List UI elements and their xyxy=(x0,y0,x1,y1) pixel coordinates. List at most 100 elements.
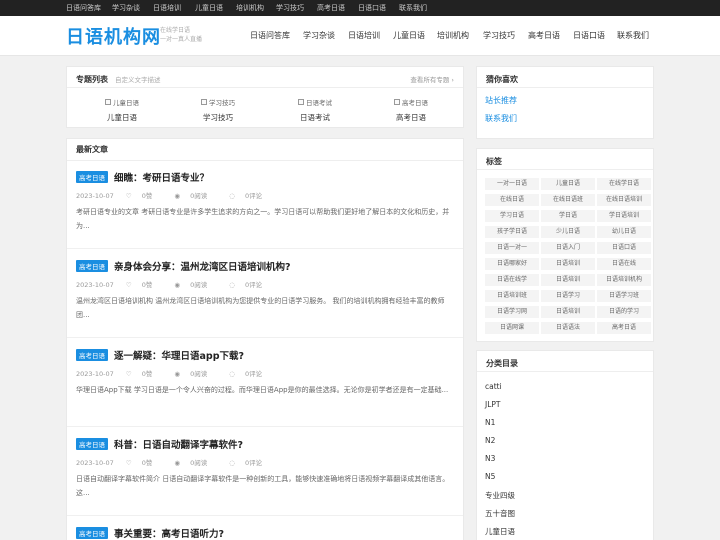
tag-item[interactable]: 日语哪家好 xyxy=(485,258,539,270)
tag-item[interactable]: 在线日语培训 xyxy=(597,194,651,206)
nav-item[interactable]: 学习杂谈 xyxy=(303,30,335,41)
nav-item[interactable]: 日语培训 xyxy=(348,30,380,41)
topbar-link[interactable]: 儿童日语 xyxy=(195,0,223,16)
topbar-link[interactable]: 学习技巧 xyxy=(276,0,304,16)
topbar-link[interactable]: 日语培训 xyxy=(153,0,181,16)
tag-item[interactable]: 高考日语 xyxy=(597,322,651,334)
article-title[interactable]: 事关重要：高考日语听力? xyxy=(114,526,224,540)
topic-label: 儿童日语 xyxy=(107,113,137,122)
comment-count: ◌ 0评论 xyxy=(229,370,263,378)
topics-panel: 专题列表 自定义文字描述 查看所有专题 › 儿童日语 儿童日语 学习技巧 学习技… xyxy=(66,66,464,128)
article-date: 2023-10-07 xyxy=(76,281,114,289)
tag-item[interactable]: 日语学习班 xyxy=(597,290,651,302)
tag-item[interactable]: 日语入门 xyxy=(541,242,595,254)
tag-item[interactable]: 日语的学习 xyxy=(597,306,651,318)
like-count[interactable]: ♡ 0赞 xyxy=(126,281,162,289)
article-date: 2023-10-07 xyxy=(76,370,114,378)
site-logo[interactable]: 日语机构网 xyxy=(66,23,161,49)
category-item[interactable]: N2 xyxy=(485,436,495,445)
category-item[interactable]: catti xyxy=(485,382,502,391)
tag-item[interactable]: 日语语法 xyxy=(541,322,595,334)
tag-item[interactable]: 日语培训班 xyxy=(485,290,539,302)
comment-icon: ◌ xyxy=(229,370,235,378)
guess-title: 猜你喜欢 xyxy=(486,75,518,84)
tag-item[interactable]: 日语在线 xyxy=(597,258,651,270)
category-item[interactable]: 专业四级 xyxy=(485,490,515,501)
article-title[interactable]: 科普：日语自动翻译字幕软件? xyxy=(114,437,243,451)
tag-item[interactable]: 日语学习网 xyxy=(485,306,539,318)
category-badge[interactable]: 高考日语 xyxy=(76,260,108,272)
slogan-line: 一对一真人直播 xyxy=(160,36,203,43)
category-badge[interactable]: 高考日语 xyxy=(76,438,108,450)
topbar-link[interactable]: 日语问答库 xyxy=(66,0,101,16)
tag-item[interactable]: 在线学日语 xyxy=(597,178,651,190)
tag-item[interactable]: 日语学习 xyxy=(541,290,595,302)
nav-item[interactable]: 联系我们 xyxy=(617,30,649,41)
nav-item[interactable]: 培训机构 xyxy=(437,30,469,41)
nav-item[interactable]: 日语问答库 xyxy=(250,30,290,41)
sidebar-link[interactable]: 联系我们 xyxy=(485,113,517,124)
tag-item[interactable]: 学日语 xyxy=(541,210,595,222)
broken-image-icon xyxy=(394,99,400,105)
category-item[interactable]: JLPT xyxy=(485,400,501,409)
tag-item[interactable]: 日语网课 xyxy=(485,322,539,334)
category-item[interactable]: 五十音图 xyxy=(485,508,515,519)
tag-item[interactable]: 日语培训 xyxy=(541,258,595,270)
tag-item[interactable]: 学习日语 xyxy=(485,210,539,222)
tag-item[interactable]: 日语口语 xyxy=(597,242,651,254)
article-excerpt: 考研日语专业的文章 考研日语专业是许多学生追求的方向之一。学习日语可以帮助我们更… xyxy=(76,208,450,230)
comment-icon: ◌ xyxy=(229,459,235,467)
topic-item[interactable]: 儿童日语 儿童日语 xyxy=(82,97,162,123)
sidebar-link[interactable]: 站长推荐 xyxy=(485,95,517,106)
topbar-link[interactable]: 高考日语 xyxy=(317,0,345,16)
topbar-link[interactable]: 培训机构 xyxy=(236,0,264,16)
category-badge[interactable]: 高考日语 xyxy=(76,527,108,539)
site-header: 日语机构网 在线学日语 一对一真人直播 日语问答库 学习杂谈 日语培训 儿童日语… xyxy=(0,16,720,56)
article-title-row: 高考日语 细瞧：考研日语专业？ xyxy=(76,170,209,184)
tag-item[interactable]: 日语培训机构 xyxy=(597,274,651,286)
tag-item[interactable]: 在线日语班 xyxy=(541,194,595,206)
like-count[interactable]: ♡ 0赞 xyxy=(126,192,162,200)
category-item[interactable]: 儿童日语 xyxy=(485,526,515,537)
article-title[interactable]: 亲身体会分享：温州龙湾区日语培训机构? xyxy=(114,259,291,273)
category-item[interactable]: N3 xyxy=(485,454,495,463)
category-badge[interactable]: 高考日语 xyxy=(76,349,108,361)
like-count[interactable]: ♡ 0赞 xyxy=(126,370,162,378)
category-item[interactable]: N1 xyxy=(485,418,495,427)
topic-item[interactable]: 高考日语 高考日语 xyxy=(371,97,451,123)
nav-item[interactable]: 儿童日语 xyxy=(393,30,425,41)
tag-item[interactable]: 日语在线学 xyxy=(485,274,539,286)
tag-item[interactable]: 学日语培训 xyxy=(597,210,651,222)
view-all-topics-link[interactable]: 查看所有专题 › xyxy=(410,74,454,84)
tag-item[interactable]: 日语培训 xyxy=(541,306,595,318)
view-count: ◉ 0阅读 xyxy=(174,370,208,378)
nav-item[interactable]: 日语口语 xyxy=(573,30,605,41)
tag-item[interactable]: 一对一日语 xyxy=(485,178,539,190)
article-title[interactable]: 逐一解疑：华理日语app下载? xyxy=(114,348,244,362)
tag-item[interactable]: 孩子学日语 xyxy=(485,226,539,238)
tag-item[interactable]: 在线日语 xyxy=(485,194,539,206)
tag-item[interactable]: 日语一对一 xyxy=(485,242,539,254)
category-item[interactable]: N5 xyxy=(485,472,495,481)
topic-label: 日语考试 xyxy=(300,113,330,122)
eye-icon: ◉ xyxy=(174,192,181,200)
topic-item[interactable]: 日语考试 日语考试 xyxy=(275,97,355,123)
tag-item[interactable]: 少儿日语 xyxy=(541,226,595,238)
category-badge[interactable]: 高考日语 xyxy=(76,171,108,183)
tag-item[interactable]: 日语培训 xyxy=(541,274,595,286)
article-title[interactable]: 细瞧：考研日语专业？ xyxy=(114,170,209,184)
article-title-row: 高考日语 科普：日语自动翻译字幕软件? xyxy=(76,437,243,451)
comment-count: ◌ 0评论 xyxy=(229,192,263,200)
tag-item[interactable]: 幼儿日语 xyxy=(597,226,651,238)
thumbs-up-icon: ♡ xyxy=(125,459,132,467)
topic-item[interactable]: 学习技巧 学习技巧 xyxy=(178,97,258,123)
like-count[interactable]: ♡ 0赞 xyxy=(126,459,162,467)
nav-item[interactable]: 学习技巧 xyxy=(483,30,515,41)
nav-item[interactable]: 高考日语 xyxy=(528,30,560,41)
tag-item[interactable]: 儿童日语 xyxy=(541,178,595,190)
topbar-link[interactable]: 联系我们 xyxy=(399,0,427,16)
divider xyxy=(67,337,463,338)
topbar-link[interactable]: 学习杂谈 xyxy=(112,0,140,16)
topbar-link[interactable]: 日语口语 xyxy=(358,0,386,16)
article-meta: 2023-10-07 ♡ 0赞 ◉ 0阅读 ◌ 0评论 xyxy=(76,279,282,289)
